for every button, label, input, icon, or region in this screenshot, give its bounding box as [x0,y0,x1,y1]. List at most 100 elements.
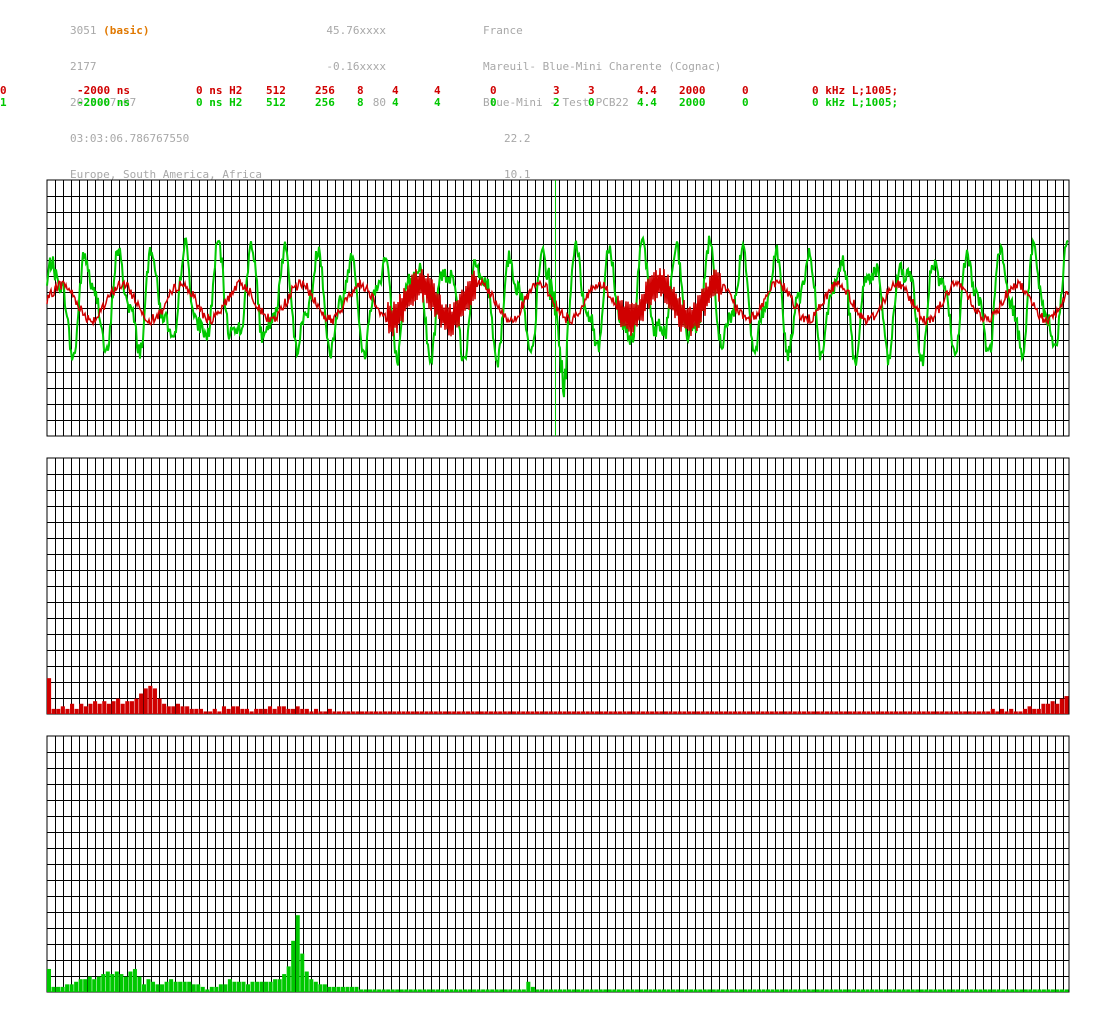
spectrum-0-bar-118 [590,711,595,714]
spectrum-0-bar-119 [594,711,599,714]
spectrum-1-bar-3 [60,986,65,992]
spectrum-0-bar-206 [995,711,1000,714]
spectrum-1-bar-34 [200,986,205,992]
spectrum-0-bar-64 [341,711,346,714]
spectrum-1-bar-197 [937,989,942,992]
spectrum-0-bar-143 [705,711,710,714]
spectrum-0-bar-21 [143,688,148,714]
spectrum-1-bar-135 [657,989,662,992]
spectrum-1-bar-101 [503,989,508,992]
spectrum-0-bar-210 [1013,711,1018,714]
spectrum-0-bar-28 [175,703,181,714]
spectrum-0-bar-71 [373,711,378,714]
spectrum-0-bar-201 [972,711,977,714]
spectrum-1-bar-157 [756,989,761,992]
spectrum-1-bar-221 [1046,989,1051,992]
spectrum-1-bar-41 [232,981,237,992]
station-line: 3051 (basic) [70,25,262,37]
spectrum-0-bar-68 [360,711,365,714]
spectrum-1-bar-223 [1055,989,1060,992]
spectrum-1-bar-91 [458,989,463,992]
spectrum-0-bar-145 [714,711,719,714]
spectrum-0-bar-59 [318,711,323,714]
spectrum-1-bar-12 [101,974,106,992]
spectrum-1-bar-195 [928,989,933,992]
spectrum-0-bar-84 [433,711,438,714]
spectrum-1-bar-79 [404,989,409,992]
spectrum-0-bar-36 [212,708,217,714]
spectrum-0-bar-99 [502,711,507,714]
spectrum-0-bar-78 [406,711,411,714]
spectrum-1-bar-117 [576,989,581,992]
spectrum-0-bar-220 [1059,698,1064,714]
spectrum-0-bar-38 [221,706,227,714]
spectrum-0-bar-43 [244,708,250,714]
spectrum-0-bar-8 [83,706,88,714]
spectrum-1-bar-45 [250,981,255,992]
spectrum-0-bar-103 [521,711,526,714]
spectrum-1-bar-136 [662,989,667,992]
spectrum-1-bar-145 [702,989,707,992]
spectrum-0-bar-85 [438,711,443,714]
spectrum-0-bar-168 [820,711,825,714]
spectrum-1-bar-61 [322,984,327,992]
spectrum-1-bar-83 [422,989,427,992]
spectrum-1-bar-133 [648,989,653,992]
spectrum-1-bar-146 [707,989,712,992]
spectrum-0-bar-189 [917,711,922,714]
spectrum-0-bar-135 [668,711,673,714]
spectrum-0-bar-9 [88,703,93,714]
spectrum-0-bar-93 [475,711,480,714]
spectrum-1-bar-49 [268,981,273,992]
spectrum-0-bar-2 [56,708,61,714]
spectrum-1-bar-95 [476,989,481,992]
spectrum-0-bar-113 [567,711,572,714]
spectrum-0-bar-94 [479,711,484,714]
spectrum-1-bar-207 [983,989,988,992]
spectrum-0-bar-105 [530,711,535,714]
spectrum-1-bar-224 [1059,989,1064,992]
spectrum-0-bar-139 [686,711,692,714]
channel-1-field-10: 0 [588,96,595,109]
spectrum-0-bar-132 [654,711,659,714]
spectrum-0-bar-124 [617,711,622,714]
spectrum-0-bar-72 [378,711,383,714]
spectrum-0-bar-41 [235,706,240,714]
spectrum-0-bar-13 [106,703,111,714]
spectrum-1-bar-84 [426,989,431,992]
spectrum-0-bar-194 [940,711,945,714]
spectrum-0-bar-179 [871,711,876,714]
spectrum-1-bar-17 [123,976,128,992]
channel-1-field-6: 4 [392,96,399,109]
channel-1-field-4: 256 [315,96,335,109]
spectrum-0-bar-96 [488,711,494,714]
spectrum-0-bar-185 [898,711,903,714]
spectrum-1-bar-167 [802,989,807,992]
spectrum-0-bar-207 [999,708,1005,714]
spectrum-1-bar-35 [205,989,210,992]
spectrum-0-bar-34 [203,711,208,714]
spectrum-0-bar-156 [765,711,770,714]
spectrum-1-bar-220 [1041,989,1046,992]
spectrum-1-bar-36 [209,986,214,992]
spectrum-1-bar-211 [1001,989,1006,992]
spectrum-0-bar-209 [1009,708,1014,714]
latitude-text: 45.76xxxx [326,24,386,37]
spectrum-1-bar-162 [779,989,784,992]
spectrum-0-bar-122 [608,711,613,714]
spectrum-1-bar-25 [160,984,165,992]
spectrum-1-bar-137 [666,989,671,992]
spectrum-1-bar-60 [318,984,323,992]
spectrum-1-bar-153 [738,989,743,992]
spectrum-0-bar-191 [926,711,931,714]
spectrum-1-bar-141 [684,989,689,992]
spectrum-0-bar-55 [300,708,305,714]
spectrum-1-bar-127 [621,989,626,992]
spectrum-1-bar-15 [114,971,119,992]
spectrum-1-bar-22 [146,979,151,992]
spectrum-1-bar-75 [386,989,391,992]
spectrum-1-bar-30 [182,981,187,992]
spectrum-1-bar-170 [815,989,820,992]
spectrum-0-bar-39 [226,708,231,714]
spectrum-1-bar-105 [521,989,526,992]
